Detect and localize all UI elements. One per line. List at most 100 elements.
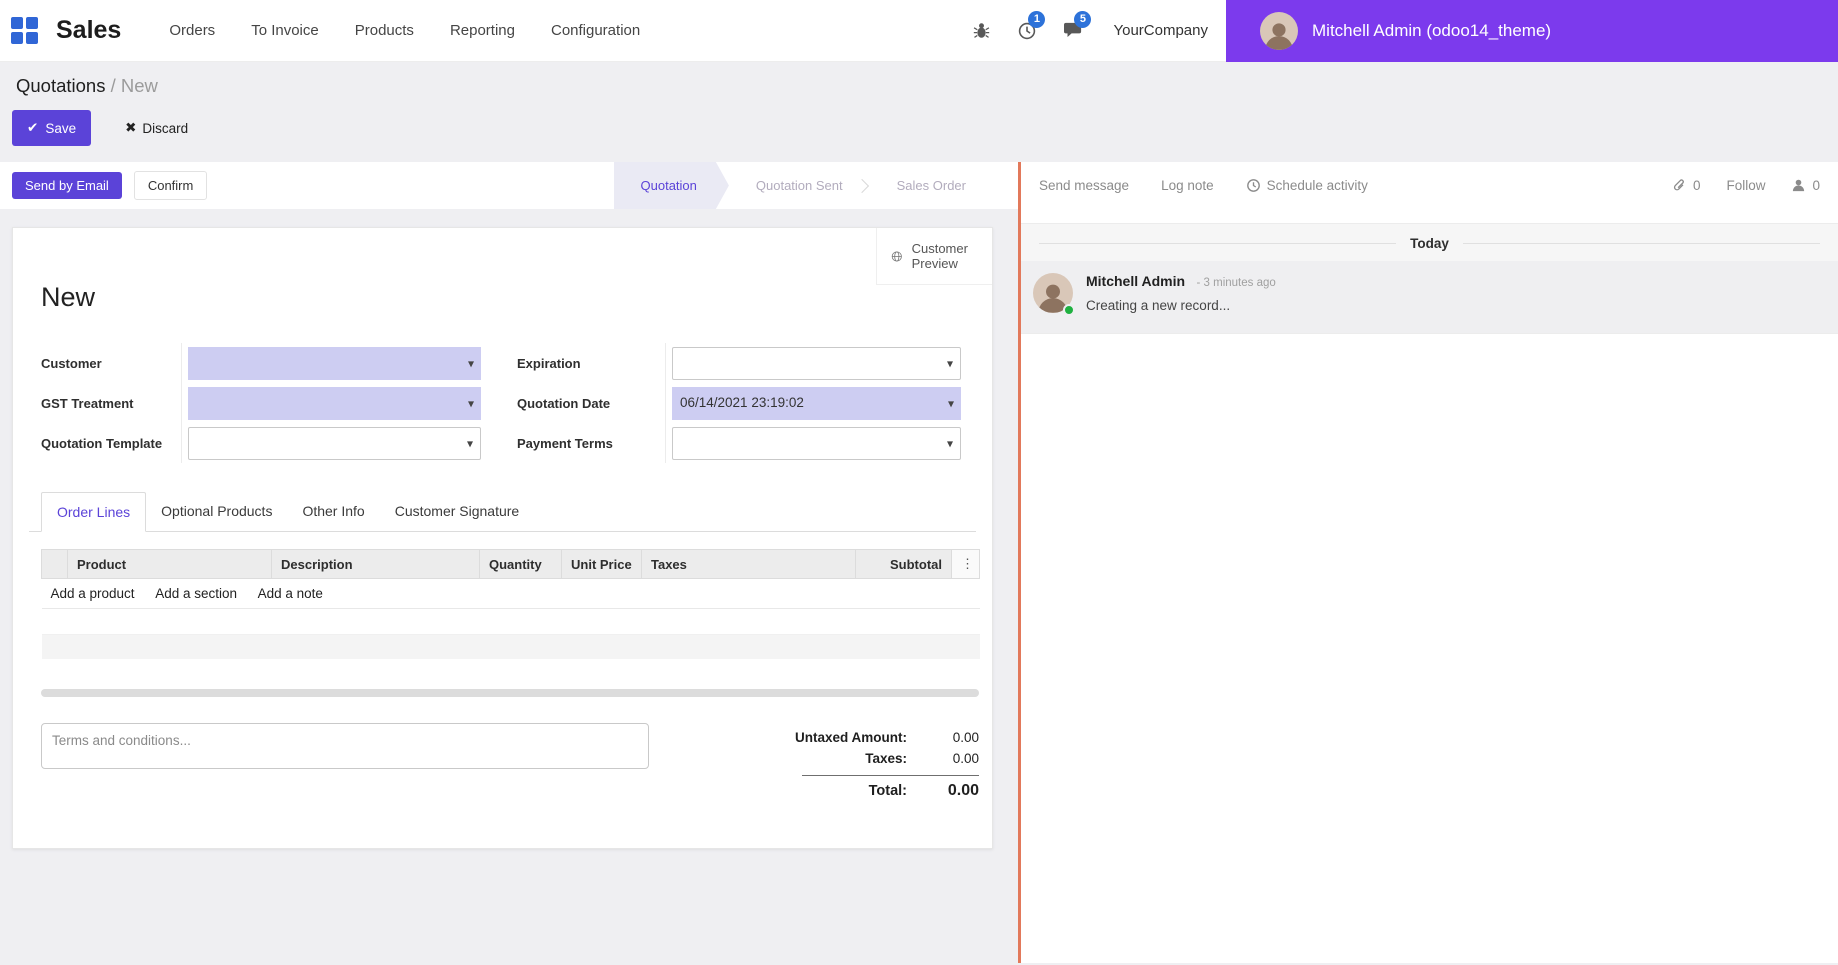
- tab-other-info[interactable]: Other Info: [287, 492, 379, 532]
- total-value: 0.00: [907, 782, 979, 800]
- app-title[interactable]: Sales: [56, 16, 121, 45]
- close-icon: ✖: [125, 120, 136, 136]
- save-button[interactable]: ✔ Save: [12, 110, 91, 146]
- user-menu[interactable]: Mitchell Admin (odoo14_theme): [1226, 0, 1838, 62]
- followers-button[interactable]: 0: [1791, 178, 1820, 193]
- apps-grid-square: [11, 32, 23, 44]
- check-icon: ✔: [27, 120, 38, 136]
- add-a-note-link[interactable]: Add a note: [258, 586, 323, 601]
- apps-menu-icon[interactable]: [11, 17, 38, 44]
- product-column-header: Product: [68, 550, 272, 579]
- quotation-date-label: Quotation Date: [517, 383, 665, 423]
- log-note-button[interactable]: Log note: [1161, 178, 1214, 193]
- menu-products[interactable]: Products: [355, 22, 414, 39]
- taxes-column-header: Taxes: [642, 550, 856, 579]
- form-column: Send by Email Confirm Quotation Quotatio…: [0, 162, 1018, 963]
- dropdown-caret-icon: ▾: [467, 436, 473, 450]
- follow-button[interactable]: Follow: [1726, 178, 1765, 193]
- attachments-button[interactable]: 0: [1672, 178, 1701, 193]
- messages-bubble-icon[interactable]: 5: [1061, 19, 1085, 43]
- payment-terms-field[interactable]: ▾: [672, 427, 961, 460]
- customer-field[interactable]: ▾: [188, 347, 481, 380]
- company-switcher[interactable]: YourCompany: [1113, 22, 1208, 39]
- online-status-dot: [1063, 304, 1075, 316]
- navbar-right: 1 5 YourCompany Mitchell Admin (odoo14_t…: [969, 0, 1838, 62]
- tab-optional-products[interactable]: Optional Products: [146, 492, 287, 532]
- field-group-right: Expiration ▾ Quotation Date 06/14/2021 2…: [517, 343, 961, 463]
- tab-customer-signature[interactable]: Customer Signature: [380, 492, 535, 532]
- field-group-left: Customer ▾ GST Treatment ▾ Quotation Tem…: [41, 343, 481, 463]
- chat-message: Mitchell Admin - 3 minutes ago Creating …: [1021, 261, 1838, 333]
- user-name: Mitchell Admin (odoo14_theme): [1312, 21, 1551, 41]
- customer-preview-button[interactable]: Customer Preview: [876, 228, 992, 285]
- debug-bug-icon[interactable]: [969, 19, 993, 43]
- unit-price-column-header: Unit Price: [562, 550, 642, 579]
- today-label: Today: [1410, 236, 1449, 251]
- menu-configuration[interactable]: Configuration: [551, 22, 640, 39]
- follower-person-icon: [1791, 178, 1806, 193]
- breadcrumb: Quotations / New: [0, 62, 1838, 102]
- status-step-quotation[interactable]: Quotation: [614, 162, 729, 209]
- user-avatar: [1260, 12, 1298, 50]
- customer-label: Customer: [41, 343, 181, 383]
- schedule-clock-icon: [1246, 178, 1261, 193]
- message-author-name[interactable]: Mitchell Admin: [1086, 273, 1185, 289]
- confirm-button[interactable]: Confirm: [134, 171, 208, 200]
- globe-icon: [891, 248, 903, 265]
- message-author-avatar: [1033, 273, 1073, 313]
- message-timestamp: - 3 minutes ago: [1197, 277, 1276, 289]
- menu-to-invoice[interactable]: To Invoice: [251, 22, 319, 39]
- quotation-date-field[interactable]: 06/14/2021 23:19:02▾: [672, 387, 961, 420]
- breadcrumb-current: New: [121, 75, 158, 96]
- menu-reporting[interactable]: Reporting: [450, 22, 515, 39]
- empty-row: [42, 635, 980, 659]
- schedule-activity-button[interactable]: Schedule activity: [1246, 178, 1368, 193]
- expiration-label: Expiration: [517, 343, 665, 383]
- status-widget: Quotation Quotation Sent Sales Order: [614, 162, 1018, 209]
- dropdown-caret-icon: ▾: [948, 396, 954, 410]
- form-sheet: Customer Preview New Customer ▾ GST Trea…: [12, 227, 993, 849]
- add-a-section-link[interactable]: Add a section: [155, 586, 237, 601]
- gst-treatment-label: GST Treatment: [41, 383, 181, 423]
- dropdown-caret-icon: ▾: [947, 356, 953, 370]
- activity-count-badge: 1: [1028, 11, 1045, 28]
- dropdown-caret-icon: ▾: [468, 396, 474, 410]
- payment-terms-label: Payment Terms: [517, 423, 665, 463]
- empty-row: [42, 659, 980, 681]
- field-groups: Customer ▾ GST Treatment ▾ Quotation Tem…: [41, 343, 976, 463]
- follower-count: 0: [1812, 178, 1820, 193]
- send-message-button[interactable]: Send message: [1039, 178, 1129, 193]
- optional-columns-icon[interactable]: ⋮: [952, 550, 980, 579]
- attachment-count: 0: [1693, 178, 1701, 193]
- dropdown-caret-icon: ▾: [947, 436, 953, 450]
- terms-and-conditions-input[interactable]: [41, 723, 649, 769]
- tab-order-lines[interactable]: Order Lines: [41, 492, 146, 532]
- record-title: New: [41, 282, 976, 313]
- gst-treatment-field[interactable]: ▾: [188, 387, 481, 420]
- breadcrumb-quotations[interactable]: Quotations: [16, 75, 105, 96]
- sheet-bottom: Untaxed Amount: 0.00 Taxes: 0.00 Total: …: [41, 723, 979, 803]
- order-lines-table: Product Description Quantity Unit Price …: [41, 549, 980, 681]
- total-label: Total:: [869, 783, 907, 799]
- record-actions: ✔ Save ✖ Discard: [0, 102, 1838, 162]
- main-area: Send by Email Confirm Quotation Quotatio…: [0, 162, 1838, 963]
- status-step-sales-order[interactable]: Sales Order: [870, 162, 993, 209]
- expiration-field[interactable]: ▾: [672, 347, 961, 380]
- add-a-product-link[interactable]: Add a product: [51, 586, 135, 601]
- total-row: Total: 0.00: [711, 779, 979, 803]
- totals-separator: [802, 775, 979, 776]
- menu-orders[interactable]: Orders: [169, 22, 215, 39]
- discard-button[interactable]: ✖ Discard: [119, 119, 194, 137]
- status-step-quotation-sent[interactable]: Quotation Sent: [729, 162, 870, 209]
- table-horizontal-scrollbar[interactable]: [41, 689, 979, 697]
- untaxed-amount-value: 0.00: [907, 730, 979, 745]
- send-by-email-button[interactable]: Send by Email: [12, 172, 122, 199]
- today-divider: Today: [1039, 236, 1820, 251]
- message-thread: Today Mitchell Admin - 3 minutes ago Cre…: [1021, 223, 1838, 334]
- apps-grid-square: [26, 32, 38, 44]
- paperclip-icon: [1672, 178, 1687, 193]
- quotation-template-field[interactable]: ▾: [188, 427, 481, 460]
- activities-clock-icon[interactable]: 1: [1015, 19, 1039, 43]
- empty-row: [42, 609, 980, 635]
- message-body: Creating a new record...: [1086, 298, 1276, 313]
